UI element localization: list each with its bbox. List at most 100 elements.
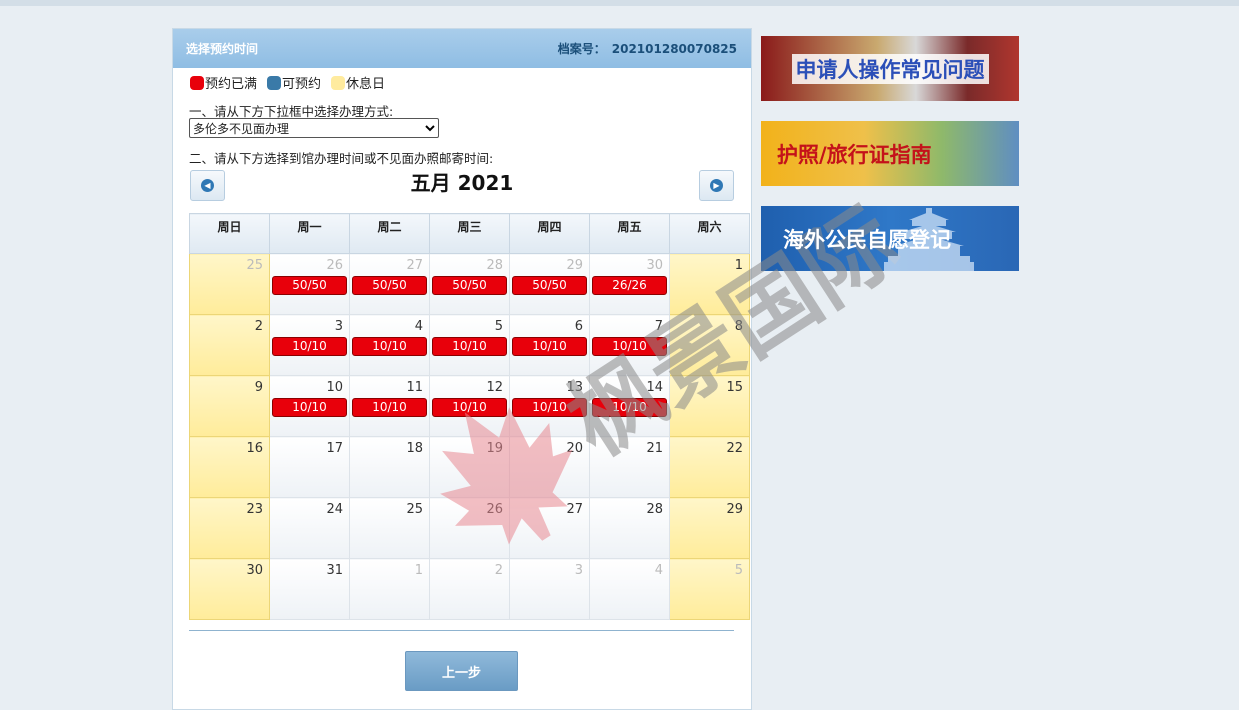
day-number: 23 bbox=[246, 502, 263, 517]
day-number: 30 bbox=[246, 563, 263, 578]
day-number: 30 bbox=[646, 258, 663, 273]
day-number: 25 bbox=[406, 502, 423, 517]
slot-full-badge[interactable]: 50/50 bbox=[432, 276, 507, 295]
day-number: 3 bbox=[335, 319, 343, 334]
day-number: 25 bbox=[246, 258, 263, 273]
calendar-day-cell: 17 bbox=[270, 437, 350, 498]
case-number-label: 档案号： bbox=[558, 42, 606, 56]
day-number: 2 bbox=[255, 319, 263, 334]
calendar-day-cell: 1 bbox=[350, 559, 430, 620]
calendar-day-cell[interactable]: 14 10/10 bbox=[590, 376, 670, 437]
month-title: 五月 2021 bbox=[173, 167, 751, 196]
slot-full-badge[interactable]: 50/50 bbox=[512, 276, 587, 295]
calendar-day-cell[interactable]: 10 10/10 bbox=[270, 376, 350, 437]
slot-full-badge[interactable]: 10/10 bbox=[352, 398, 427, 417]
day-number: 17 bbox=[326, 441, 343, 456]
slot-full-badge[interactable]: 10/10 bbox=[272, 337, 347, 356]
next-month-button[interactable]: ▶ bbox=[699, 170, 734, 201]
weekday-header: 周四 bbox=[510, 214, 590, 254]
day-number: 21 bbox=[646, 441, 663, 456]
slot-full-badge[interactable]: 10/10 bbox=[592, 398, 667, 417]
calendar-day-cell: 2 bbox=[190, 315, 270, 376]
legend-full: 预约已满 bbox=[190, 73, 257, 92]
legend-available-label: 可预约 bbox=[282, 73, 321, 92]
calendar-day-cell[interactable]: 510/10 bbox=[430, 315, 510, 376]
slot-full-badge[interactable]: 10/10 bbox=[512, 337, 587, 356]
calendar-day-cell[interactable]: 30 26/26 bbox=[590, 254, 670, 315]
banner-registration[interactable]: 海外公民自愿登记 bbox=[761, 206, 1019, 271]
available-swatch-icon bbox=[267, 76, 281, 90]
calendar-day-cell: 27 bbox=[510, 498, 590, 559]
previous-step-button[interactable]: 上一步 bbox=[405, 651, 518, 691]
slot-full-badge[interactable]: 10/10 bbox=[352, 337, 427, 356]
weekday-header: 周三 bbox=[430, 214, 510, 254]
banner-faq-label: 申请人操作常见问题 bbox=[792, 54, 989, 84]
method-select-value: 多伦多不见面办理 bbox=[193, 120, 289, 137]
calendar-day-cell[interactable]: 1210/10 bbox=[430, 376, 510, 437]
slot-full-badge[interactable]: 50/50 bbox=[352, 276, 427, 295]
calendar-day-cell[interactable]: 2650/50 bbox=[270, 254, 350, 315]
slot-full-badge[interactable]: 10/10 bbox=[432, 337, 507, 356]
day-number: 22 bbox=[726, 441, 743, 456]
day-number: 5 bbox=[735, 563, 743, 578]
day-number: 29 bbox=[566, 258, 583, 273]
calendar-day-cell: 9 bbox=[190, 376, 270, 437]
weekday-header-row: 周日周一周二周三周四周五周六 bbox=[190, 214, 750, 254]
method-select[interactable]: 多伦多不见面办理 bbox=[189, 118, 439, 138]
day-number: 28 bbox=[646, 502, 663, 517]
case-number-info: 档案号：202101280070825 bbox=[558, 40, 737, 57]
calendar-day-cell: 22 bbox=[670, 437, 750, 498]
calendar-day-cell[interactable]: 410/10 bbox=[350, 315, 430, 376]
day-number: 13 bbox=[566, 380, 583, 395]
slot-full-badge[interactable]: 10/10 bbox=[432, 398, 507, 417]
calendar-day-cell[interactable]: 2850/50 bbox=[430, 254, 510, 315]
calendar-day-cell[interactable]: 7 10/10 bbox=[590, 315, 670, 376]
banner-passport-guide[interactable]: 护照/旅行证指南 bbox=[761, 121, 1019, 186]
calendar-week-row: 91010/101110/101210/101310/101410/1015 bbox=[190, 376, 750, 437]
day-number: 24 bbox=[326, 502, 343, 517]
chevron-down-icon bbox=[425, 124, 435, 132]
slot-full-badge[interactable]: 10/10 bbox=[512, 398, 587, 417]
panel-header: 选择预约时间 档案号：202101280070825 bbox=[173, 29, 751, 68]
day-number: 20 bbox=[566, 441, 583, 456]
weekday-header: 周六 bbox=[670, 214, 750, 254]
arrow-right-icon: ▶ bbox=[710, 179, 723, 192]
day-number: 1 bbox=[415, 563, 423, 578]
legend-available: 可预约 bbox=[267, 73, 321, 92]
calendar-day-cell[interactable]: 13 10/10 bbox=[510, 376, 590, 437]
full-swatch-icon bbox=[190, 76, 204, 90]
divider bbox=[189, 630, 734, 631]
legend-full-label: 预约已满 bbox=[205, 73, 257, 92]
calendar-week-row: 16171819202122 bbox=[190, 437, 750, 498]
calendar-day-cell: 31 bbox=[270, 559, 350, 620]
calendar-day-cell[interactable]: 29 50/50 bbox=[510, 254, 590, 315]
day-number: 7 bbox=[655, 319, 663, 334]
calendar-week-row: 2310/10410/10510/10610/10710/108 bbox=[190, 315, 750, 376]
calendar-day-cell: 4 bbox=[590, 559, 670, 620]
day-number: 10 bbox=[326, 380, 343, 395]
calendar-day-cell: 18 bbox=[350, 437, 430, 498]
slot-full-badge[interactable]: 50/50 bbox=[272, 276, 347, 295]
banner-faq[interactable]: 申请人操作常见问题 bbox=[761, 36, 1019, 101]
slot-full-badge[interactable]: 10/10 bbox=[272, 398, 347, 417]
calendar-day-cell[interactable]: 3 10/10 bbox=[270, 315, 350, 376]
calendar-grid: 周日周一周二周三周四周五周六 252650/502750/502850/5029… bbox=[189, 213, 750, 620]
calendar-day-cell[interactable]: 1110/10 bbox=[350, 376, 430, 437]
day-number: 29 bbox=[726, 502, 743, 517]
day-number: 27 bbox=[406, 258, 423, 273]
calendar-day-cell[interactable]: 27 50/50 bbox=[350, 254, 430, 315]
calendar-day-cell[interactable]: 610/10 bbox=[510, 315, 590, 376]
day-number: 14 bbox=[646, 380, 663, 395]
day-number: 4 bbox=[655, 563, 663, 578]
calendar-day-cell: 23 bbox=[190, 498, 270, 559]
slot-full-badge[interactable]: 10/10 bbox=[592, 337, 667, 356]
rest-swatch-icon bbox=[331, 76, 345, 90]
calendar-day-cell: 29 bbox=[670, 498, 750, 559]
calendar-day-cell: 2 bbox=[430, 559, 510, 620]
day-number: 8 bbox=[735, 319, 743, 334]
weekday-header: 周五 bbox=[590, 214, 670, 254]
day-number: 26 bbox=[486, 502, 503, 517]
calendar-day-cell: 5 bbox=[670, 559, 750, 620]
calendar-day-cell: 8 bbox=[670, 315, 750, 376]
slot-full-badge[interactable]: 26/26 bbox=[592, 276, 667, 295]
